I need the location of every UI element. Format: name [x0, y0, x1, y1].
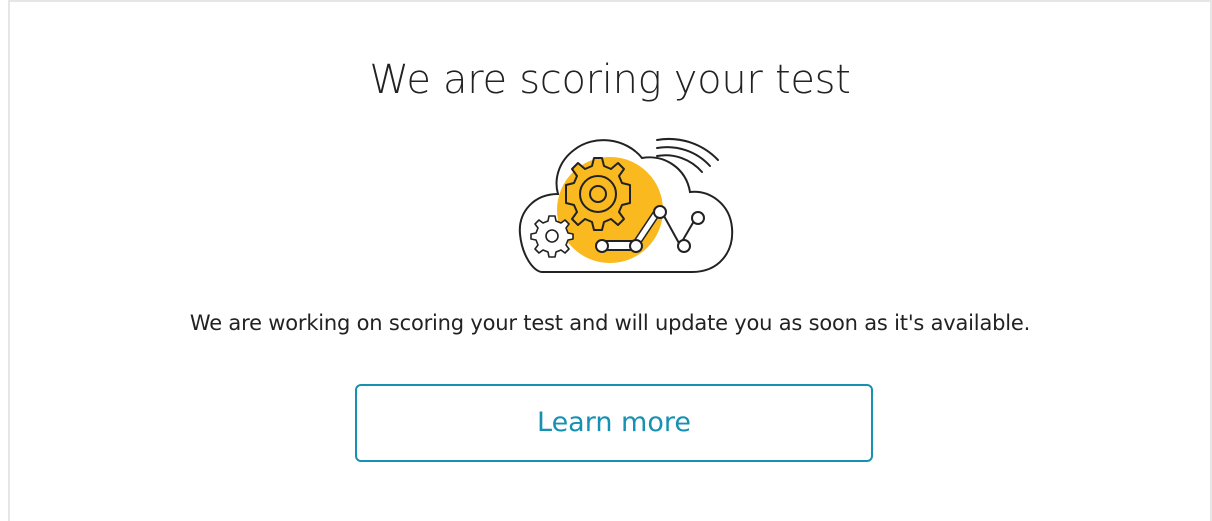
learn-more-button[interactable]: Learn more	[355, 384, 873, 462]
page-title: We are scoring your test	[369, 57, 851, 103]
small-gear-icon	[530, 215, 574, 258]
scoring-status-card: We are scoring your test We are working …	[8, 0, 1212, 521]
large-gear-icon	[565, 157, 631, 231]
cloud-gears-chart-icon	[514, 128, 740, 276]
status-message: We are working on scoring your test and …	[189, 311, 1031, 335]
